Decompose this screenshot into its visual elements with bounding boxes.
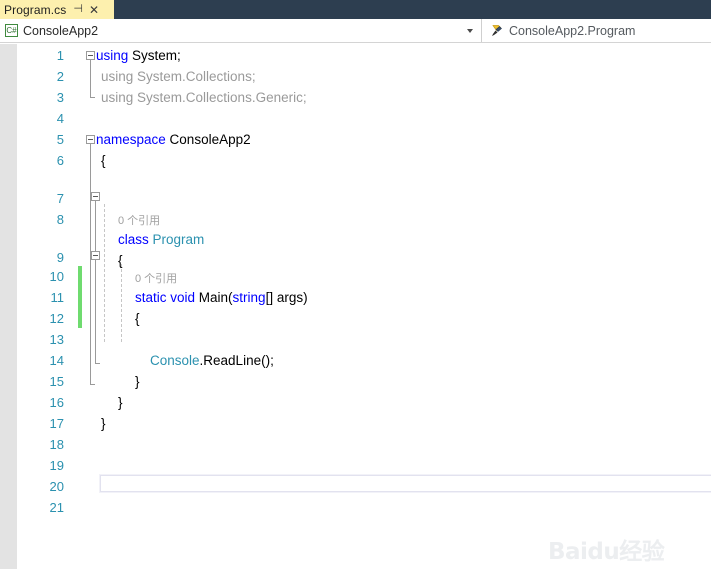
method-name-main: Main(: [195, 290, 233, 305]
keyword-class: class: [118, 232, 149, 247]
keyword-namespace: namespace: [96, 132, 166, 147]
keyword-using: using: [96, 48, 129, 63]
code-line-7: class Program: [118, 233, 204, 247]
code-line-5: namespace ConsoleApp2: [96, 133, 251, 147]
codelens-class[interactable]: 0 个引用: [118, 216, 160, 227]
tab-label: Program.cs: [4, 2, 67, 17]
member-dropdown[interactable]: ConsoleApp2.Program: [482, 19, 711, 42]
keyword-static-void: static void: [135, 290, 196, 305]
code-line-12: Console.ReadLine();: [150, 354, 274, 368]
chevron-down-icon[interactable]: [467, 28, 473, 33]
member-dropdown-value: ConsoleApp2.Program: [509, 23, 636, 38]
code-line-6: {: [101, 153, 106, 168]
type-name-console: Console: [150, 353, 200, 368]
code-line-15: }: [101, 416, 106, 431]
keyword-string: string: [232, 290, 266, 305]
member-readline: .ReadLine();: [199, 353, 274, 368]
type-name-program: Program: [148, 232, 205, 247]
method-icon: [490, 24, 504, 37]
intellisense-input-box[interactable]: [100, 475, 711, 492]
parameter-args: [] args): [265, 290, 308, 305]
code-line-14: }: [118, 395, 123, 410]
codelens-main[interactable]: 0 个引用: [135, 274, 177, 285]
code-line-13: }: [135, 374, 140, 389]
document-tab-strip: Program.cs ⊣ ✕: [0, 0, 711, 19]
code-text: ConsoleApp2: [165, 132, 251, 147]
code-line-1: using System;: [96, 49, 181, 63]
code-text: System;: [128, 48, 181, 63]
close-icon[interactable]: ✕: [89, 4, 99, 16]
navigation-bar: C# ConsoleApp2 ConsoleApp2.Program: [0, 19, 711, 43]
type-dropdown-value: ConsoleApp2: [23, 23, 99, 38]
type-dropdown[interactable]: C# ConsoleApp2: [0, 19, 482, 42]
code-line-3: using System.Collections.Generic;: [101, 90, 307, 105]
code-line-9: static void Main(string[] args): [135, 291, 308, 305]
pin-icon[interactable]: ⊣: [73, 4, 83, 15]
code-line-10: {: [135, 311, 140, 326]
visual-studio-editor-window: Program.cs ⊣ ✕ C# ConsoleApp2 ConsoleApp…: [0, 0, 711, 569]
code-line-8: {: [118, 253, 123, 268]
code-editor-surface[interactable]: 1 2 3 4 5 6 7 8 9 10 11 12 13 14 15 16 1…: [0, 44, 711, 569]
tab-program-cs[interactable]: Program.cs ⊣ ✕: [0, 0, 114, 19]
csharp-file-icon: C#: [5, 24, 18, 37]
code-line-2: using System.Collections;: [101, 69, 256, 84]
